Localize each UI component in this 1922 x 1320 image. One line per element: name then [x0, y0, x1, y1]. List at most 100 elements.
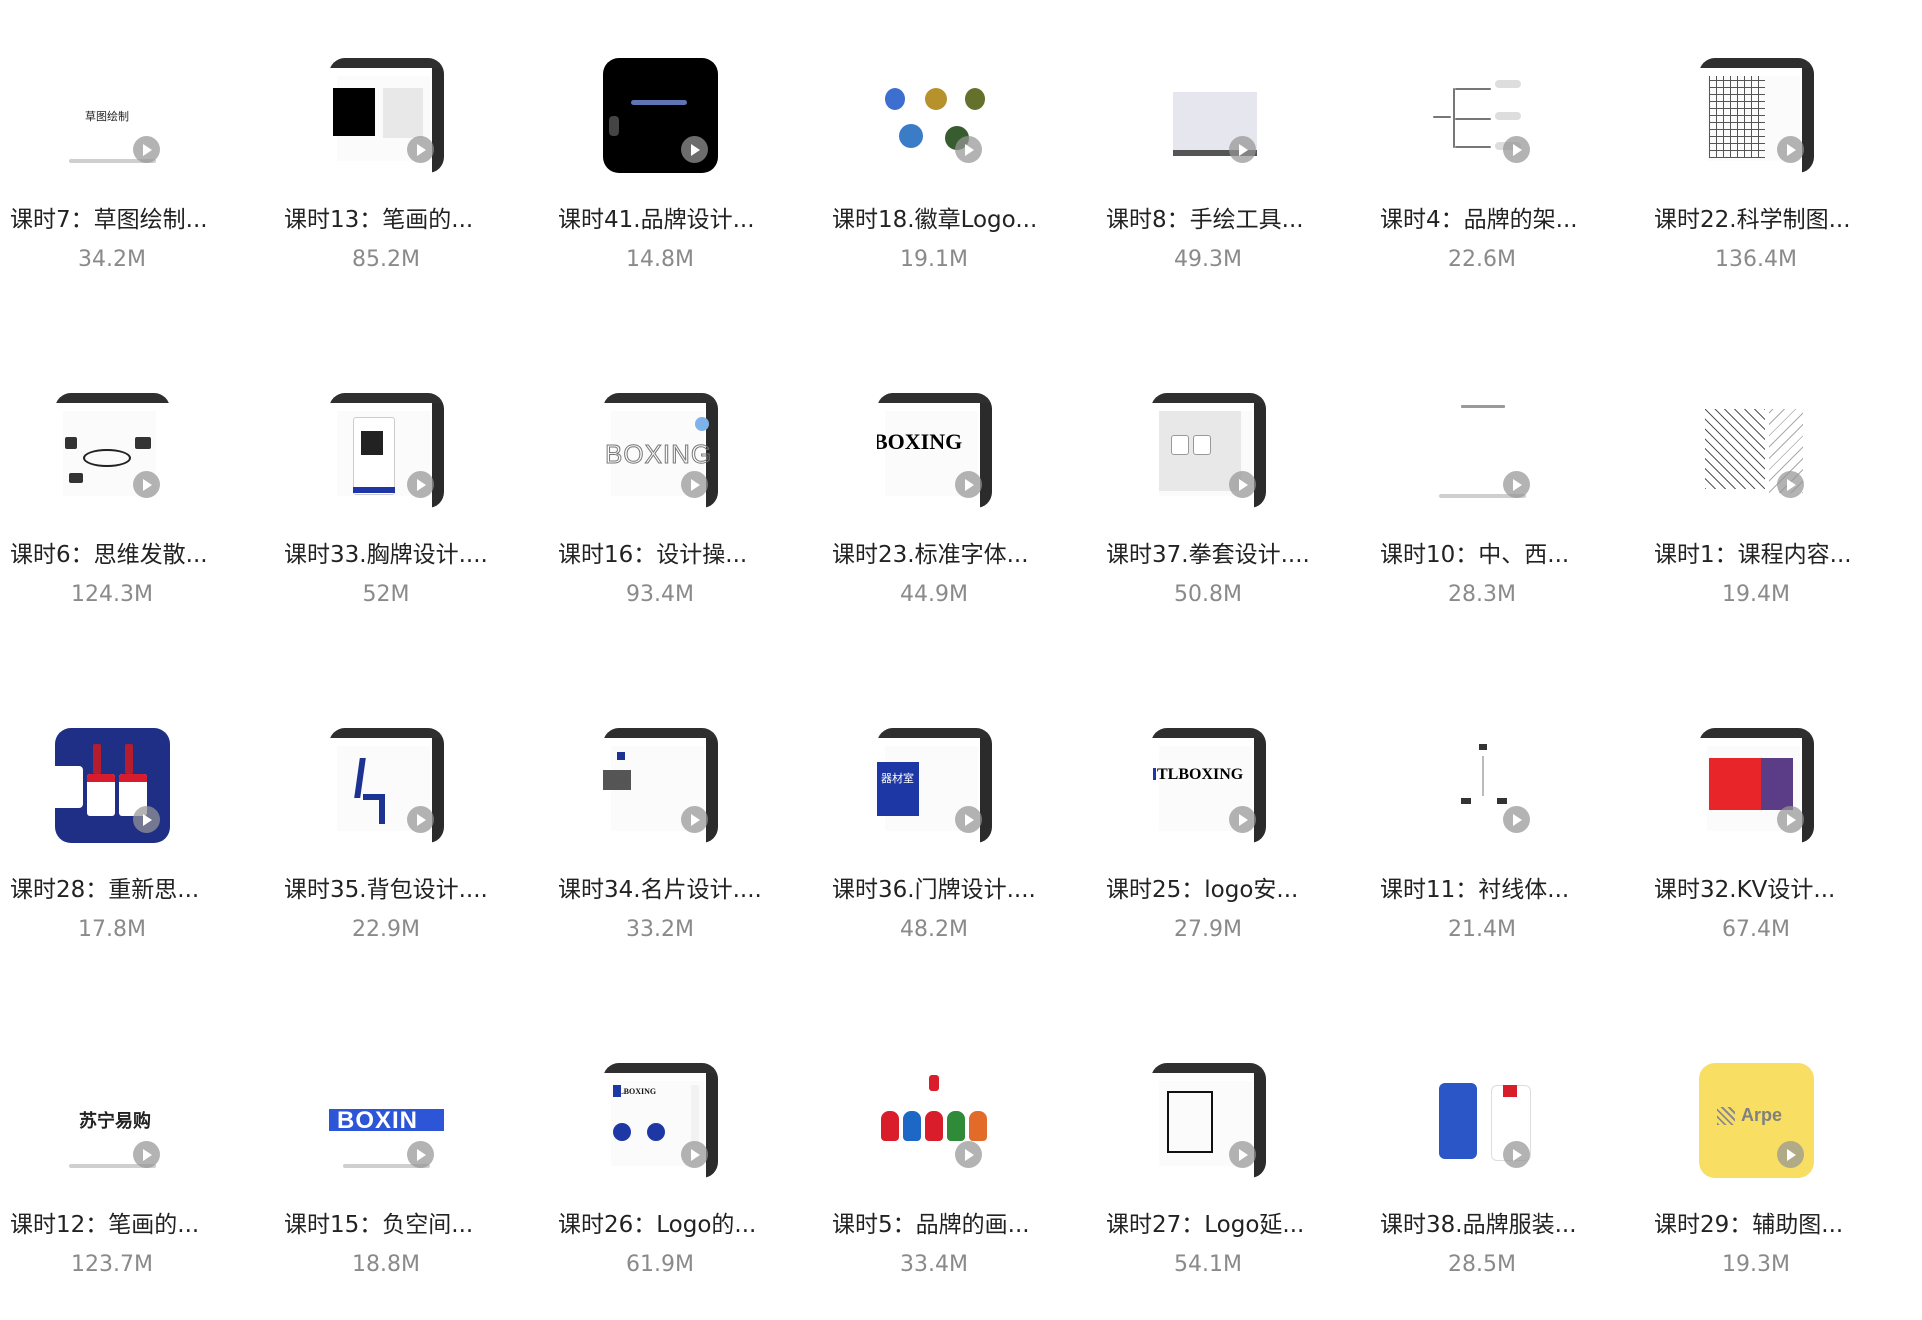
lesson-card[interactable]: 课时34.名片设计.... 33.2M [548, 670, 836, 942]
lesson-thumbnail[interactable] [55, 393, 170, 508]
play-icon[interactable] [681, 136, 708, 163]
lesson-card[interactable]: BOXING 课时16：设计操... 93.4M [548, 335, 836, 607]
play-icon[interactable] [133, 136, 160, 163]
lesson-title[interactable]: 课时28：重新思... [10, 875, 280, 905]
lesson-card[interactable]: 课时6：思维发散... 124.3M [0, 335, 288, 607]
lesson-thumbnail[interactable]: TLBOXING [1151, 728, 1266, 843]
play-icon[interactable] [133, 806, 160, 833]
lesson-thumbnail[interactable] [1151, 393, 1266, 508]
lesson-title[interactable]: 课时1：课程内容... [1654, 540, 1922, 570]
lesson-title[interactable]: 课时41.品牌设计... [558, 205, 828, 235]
lesson-card[interactable]: 课时4：品牌的架... 22.6M [1370, 0, 1658, 272]
lesson-title[interactable]: 课时13：笔画的... [284, 205, 554, 235]
lesson-card[interactable]: 课时11：衬线体... 21.4M [1370, 670, 1658, 942]
lesson-thumbnail[interactable] [329, 728, 444, 843]
lesson-title[interactable]: 课时38.品牌服装... [1380, 1210, 1650, 1240]
play-icon[interactable] [407, 1141, 434, 1168]
lesson-title[interactable]: 课时29：辅助图... [1654, 1210, 1922, 1240]
play-icon[interactable] [1503, 806, 1530, 833]
play-icon[interactable] [1503, 471, 1530, 498]
play-icon[interactable] [1229, 1141, 1256, 1168]
lesson-card[interactable]: BOXIN 课时15：负空间... 18.8M [274, 1005, 562, 1277]
lesson-thumbnail[interactable] [1425, 58, 1540, 173]
lesson-thumbnail[interactable] [603, 58, 718, 173]
lesson-title[interactable]: 课时23.标准字体... [832, 540, 1102, 570]
lesson-thumbnail[interactable] [1425, 728, 1540, 843]
lesson-thumbnail[interactable] [1699, 728, 1814, 843]
play-icon[interactable] [1777, 471, 1804, 498]
lesson-title[interactable]: 课时18.徽章Logo... [832, 205, 1102, 235]
lesson-card[interactable]: TLBOXING 课时26：Logo的... 61.9M [548, 1005, 836, 1277]
play-icon[interactable] [955, 806, 982, 833]
lesson-thumbnail[interactable]: Arpe [1699, 1063, 1814, 1178]
lesson-title[interactable]: 课时33.胸牌设计.... [284, 540, 554, 570]
lesson-card[interactable]: 课时13：笔画的... 85.2M [274, 0, 562, 272]
lesson-title[interactable]: 课时22.科学制图... [1654, 205, 1922, 235]
lesson-card[interactable]: 器材室 课时36.门牌设计.... 48.2M [822, 670, 1110, 942]
play-icon[interactable] [681, 806, 708, 833]
play-icon[interactable] [681, 1141, 708, 1168]
lesson-card[interactable]: TLBOXING 课时25：logo安... 27.9M [1096, 670, 1384, 942]
lesson-title[interactable]: 课时25：logo安... [1106, 875, 1376, 905]
play-icon[interactable] [133, 1141, 160, 1168]
lesson-title[interactable]: 课时8：手绘工具... [1106, 205, 1376, 235]
play-icon[interactable] [681, 471, 708, 498]
play-icon[interactable] [1777, 806, 1804, 833]
play-icon[interactable] [955, 1141, 982, 1168]
lesson-card[interactable]: 课时10：中、西... 28.3M [1370, 335, 1658, 607]
lesson-title[interactable]: 课时26：Logo的... [558, 1210, 828, 1240]
lesson-title[interactable]: 课时15：负空间... [284, 1210, 554, 1240]
lesson-card[interactable]: 课时18.徽章Logo... 19.1M [822, 0, 1110, 272]
lesson-card[interactable]: 课时22.科学制图... 136.4M [1644, 0, 1922, 272]
lesson-thumbnail[interactable] [603, 728, 718, 843]
play-icon[interactable] [407, 806, 434, 833]
play-icon[interactable] [955, 136, 982, 163]
lesson-title[interactable]: 课时10：中、西... [1380, 540, 1650, 570]
lesson-title[interactable]: 课时36.门牌设计.... [832, 875, 1102, 905]
lesson-thumbnail[interactable] [1425, 1063, 1540, 1178]
play-icon[interactable] [1777, 136, 1804, 163]
lesson-card[interactable]: 苏宁易购 课时12：笔画的... 123.7M [0, 1005, 288, 1277]
play-icon[interactable] [1503, 136, 1530, 163]
lesson-title[interactable]: 课时11：衬线体... [1380, 875, 1650, 905]
lesson-title[interactable]: 课时27：Logo延... [1106, 1210, 1376, 1240]
play-icon[interactable] [133, 471, 160, 498]
lesson-title[interactable]: 课时32.KV设计... [1654, 875, 1922, 905]
lesson-title[interactable]: 课时34.名片设计.... [558, 875, 828, 905]
play-icon[interactable] [1229, 136, 1256, 163]
lesson-thumbnail[interactable]: TLBOXING [603, 1063, 718, 1178]
lesson-title[interactable]: 课时4：品牌的架... [1380, 205, 1650, 235]
lesson-thumbnail[interactable] [877, 58, 992, 173]
lesson-card[interactable]: 课时33.胸牌设计.... 52M [274, 335, 562, 607]
lesson-card[interactable]: 课时32.KV设计... 67.4M [1644, 670, 1922, 942]
lesson-title[interactable]: 课时7：草图绘制... [10, 205, 280, 235]
lesson-card[interactable]: 草图绘制 课时7：草图绘制... 34.2M [0, 0, 288, 272]
lesson-thumbnail[interactable]: 草图绘制 [55, 58, 170, 173]
lesson-title[interactable]: 课时16：设计操... [558, 540, 828, 570]
play-icon[interactable] [407, 471, 434, 498]
lesson-thumbnail[interactable] [1699, 393, 1814, 508]
lesson-title[interactable]: 课时12：笔画的... [10, 1210, 280, 1240]
lesson-card[interactable]: 课时35.背包设计.... 22.9M [274, 670, 562, 942]
lesson-card[interactable]: Arpe 课时29：辅助图... 19.3M [1644, 1005, 1922, 1277]
lesson-card[interactable]: 课时37.拳套设计.... 50.8M [1096, 335, 1384, 607]
lesson-thumbnail[interactable]: BOXING [877, 393, 992, 508]
play-icon[interactable] [407, 136, 434, 163]
lesson-title[interactable]: 课时35.背包设计.... [284, 875, 554, 905]
lesson-thumbnail[interactable] [1699, 58, 1814, 173]
lesson-title[interactable]: 课时37.拳套设计.... [1106, 540, 1376, 570]
lesson-thumbnail[interactable] [1151, 58, 1266, 173]
lesson-thumbnail[interactable]: BOXIN [329, 1063, 444, 1178]
lesson-thumbnail[interactable]: 苏宁易购 [55, 1063, 170, 1178]
lesson-thumbnail[interactable] [1151, 1063, 1266, 1178]
lesson-card[interactable]: 课时28：重新思... 17.8M [0, 670, 288, 942]
lesson-thumbnail[interactable]: BOXING [603, 393, 718, 508]
lesson-thumbnail[interactable] [1425, 393, 1540, 508]
lesson-title[interactable]: 课时6：思维发散... [10, 540, 280, 570]
play-icon[interactable] [1503, 1141, 1530, 1168]
lesson-thumbnail[interactable]: 器材室 [877, 728, 992, 843]
lesson-card[interactable]: 课时1：课程内容... 19.4M [1644, 335, 1922, 607]
lesson-thumbnail[interactable] [329, 58, 444, 173]
lesson-card[interactable]: BOXING 课时23.标准字体... 44.9M [822, 335, 1110, 607]
lesson-card[interactable]: 课时8：手绘工具... 49.3M [1096, 0, 1384, 272]
